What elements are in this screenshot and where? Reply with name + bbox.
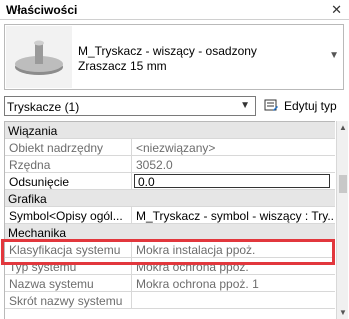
offset-input[interactable]: 0.0: [134, 174, 330, 188]
edit-type-button[interactable]: Edytuj typ: [262, 96, 346, 116]
property-name: Nazwa systemu: [5, 275, 132, 291]
property-value: [133, 292, 335, 308]
group-label: Grafika: [8, 192, 47, 206]
edit-type-icon: [264, 99, 278, 111]
type-name: Zraszacz 15 mm: [78, 59, 167, 73]
scroll-up-icon[interactable]: ▲: [339, 123, 347, 132]
property-name: Obiekt nadrzędny: [5, 139, 132, 155]
group-graphics[interactable]: Grafika: [5, 190, 335, 207]
property-name: Rzędna: [5, 156, 132, 172]
family-name: M_Tryskacz - wiszący - osadzony: [78, 44, 257, 58]
sprinkler-icon: [15, 40, 63, 75]
group-label: Mechanika: [8, 226, 67, 240]
property-row-system-abbreviation[interactable]: Skrót nazwy systemu: [5, 292, 335, 309]
property-row-elevation[interactable]: Rzędna 3052.0: [5, 156, 335, 173]
property-name: Odsunięcie: [5, 173, 132, 189]
type-selector-value: Tryskacze (1): [7, 100, 80, 114]
property-value[interactable]: M_Tryskacz - symbol - wiszący : Try...: [133, 207, 335, 223]
type-selector-dropdown[interactable]: Tryskacze (1) ▼: [4, 96, 256, 116]
property-name: Symbol<Opisy ogól...: [5, 207, 132, 223]
sprinkler-thumbnail: [6, 26, 72, 88]
properties-titlebar: Właściwości ✕: [0, 0, 349, 20]
group-constraints[interactable]: Wiązania: [5, 122, 335, 139]
property-row-system-name[interactable]: Nazwa systemu Mokra ochrona ppoż. 1: [5, 275, 335, 292]
highlight-box: [1, 239, 335, 265]
scrollbar-thumb[interactable]: [339, 175, 347, 193]
edit-type-label: Edytuj typ: [284, 99, 337, 113]
property-row-host[interactable]: Obiekt nadrzędny <niezwiązany>: [5, 139, 335, 156]
chevron-down-icon[interactable]: ▼: [240, 100, 250, 111]
property-value: <niezwiązany>: [136, 141, 216, 155]
panel-title: Właściwości: [6, 3, 78, 17]
close-icon[interactable]: ✕: [331, 2, 342, 18]
properties-grid: Wiązania Obiekt nadrzędny <niezwiązany> …: [4, 121, 335, 319]
property-value: Mokra ochrona ppoż. 1: [136, 277, 259, 291]
chevron-down-icon[interactable]: ▼: [329, 50, 339, 61]
type-preview[interactable]: M_Tryskacz - wiszący - osadzony Zraszacz…: [4, 24, 344, 90]
property-row-offset[interactable]: Odsunięcie 0.0: [5, 173, 335, 190]
property-name: Skrót nazwy systemu: [5, 292, 132, 308]
scroll-down-icon[interactable]: ▼: [339, 308, 347, 317]
vertical-scrollbar[interactable]: ▲ ▼: [336, 121, 348, 319]
group-label: Wiązania: [8, 124, 58, 138]
property-value: 3052.0: [136, 158, 173, 172]
property-row-symbol[interactable]: Symbol<Opisy ogól... M_Tryskacz - symbol…: [5, 207, 335, 224]
